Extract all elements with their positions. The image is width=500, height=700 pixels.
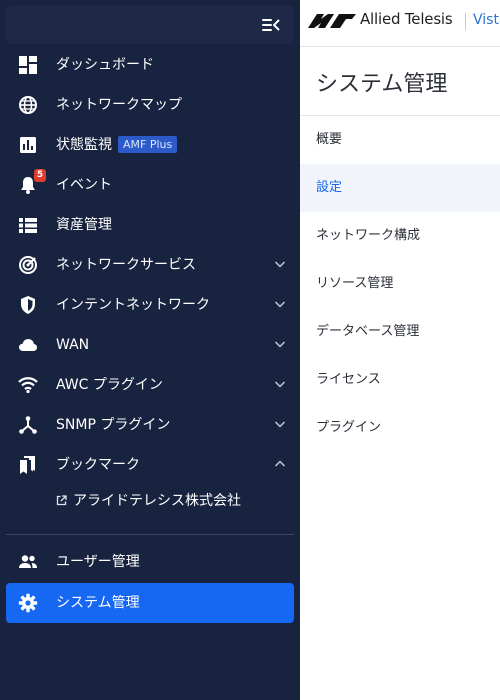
sidebar-item-awc-plugin[interactable]: AWC プラグイン: [0, 365, 300, 405]
amf-plus-badge: AMF Plus: [118, 135, 178, 153]
sidebar-item-system-management[interactable]: システム管理: [6, 583, 294, 623]
sidebar-item-label: システム管理: [56, 595, 140, 611]
sidebar-item-network-map[interactable]: ネットワークマップ: [0, 85, 300, 125]
sidebar-item-label: 状態監視 AMF Plus: [56, 125, 178, 165]
top-header: Allied Telesis Vista: [300, 0, 500, 47]
sidebar-item-events[interactable]: 5 イベント: [0, 165, 300, 205]
globe-icon: [19, 96, 37, 114]
sidebar-item-label: 資産管理: [56, 217, 112, 233]
chevron-down-icon[interactable]: [274, 298, 286, 310]
chevron-down-icon[interactable]: [274, 258, 286, 270]
sidebar-header: [6, 6, 294, 44]
network-hub-icon: [19, 416, 37, 434]
sidebar-item-label: ネットワークマップ: [56, 97, 182, 113]
sidebar-item-label: ダッシュボード: [56, 57, 154, 73]
menu-item-settings[interactable]: 設定: [300, 164, 500, 212]
cloud-icon: [19, 339, 37, 351]
sidebar-item-label: SNMP プラグイン: [56, 417, 171, 433]
sidebar-item-label: インテントネットワーク: [56, 297, 210, 313]
chevron-up-icon[interactable]: [274, 458, 286, 470]
chevron-down-icon[interactable]: [274, 378, 286, 390]
sidebar-divider: [6, 534, 294, 535]
sidebar-item-label: AWC プラグイン: [56, 377, 163, 393]
menu-item-license[interactable]: ライセンス: [300, 356, 500, 404]
sidebar-item-snmp-plugin[interactable]: SNMP プラグイン: [0, 405, 300, 445]
sidebar-item-dashboard[interactable]: ダッシュボード: [0, 45, 300, 85]
sidebar-item-label: WAN: [56, 337, 90, 353]
sidebar-item-monitoring[interactable]: 状態監視 AMF Plus: [0, 125, 300, 165]
bookmark-link[interactable]: アライドテレシス株式会社: [56, 488, 241, 514]
product-name: Vista: [473, 12, 500, 28]
chevron-down-icon[interactable]: [274, 338, 286, 350]
monitoring-label: 状態監視: [56, 137, 112, 153]
menu-item-resource-management[interactable]: リソース管理: [300, 260, 500, 308]
dashboard-icon: [19, 56, 37, 74]
sidebar-item-label: ブックマーク: [56, 457, 140, 473]
wifi-icon: [18, 377, 38, 394]
sidebar-item-wan[interactable]: WAN: [0, 325, 300, 365]
page-title: システム管理: [316, 72, 448, 97]
sidebar-item-label: ユーザー管理: [56, 554, 140, 570]
sidebar-item-label: ネットワークサービス: [56, 257, 196, 273]
sidebar-item-bookmarks[interactable]: ブックマーク: [0, 445, 300, 485]
bookmark-link-label: アライドテレシス株式会社: [73, 493, 241, 509]
allied-telesis-logo: [308, 14, 356, 28]
external-link-icon: [56, 494, 67, 505]
chevron-down-icon[interactable]: [274, 418, 286, 430]
sidebar: ダッシュボード ネットワークマップ 状態監視 AMF Plus 5 イベント 資産…: [0, 0, 300, 700]
menu-item-database-management[interactable]: データベース管理: [300, 308, 500, 356]
bar-chart-icon: [20, 137, 36, 153]
event-count-badge: 5: [34, 169, 46, 182]
sidebar-item-label: イベント: [56, 177, 112, 193]
menu-item-overview[interactable]: 概要: [300, 116, 500, 164]
sidebar-item-network-services[interactable]: ネットワークサービス: [0, 245, 300, 285]
users-icon: [19, 555, 37, 568]
list-icon: [19, 218, 37, 233]
gear-icon: [18, 593, 38, 613]
radar-icon: [19, 256, 37, 274]
sidebar-item-user-management[interactable]: ユーザー管理: [0, 542, 300, 582]
menu-item-plugins[interactable]: プラグイン: [300, 404, 500, 452]
menu-item-network-configuration[interactable]: ネットワーク構成: [300, 212, 500, 260]
sidebar-item-assets[interactable]: 資産管理: [0, 205, 300, 245]
collapse-sidebar-icon[interactable]: [262, 17, 280, 33]
shield-icon: [21, 296, 35, 314]
brand-name: Allied Telesis: [360, 10, 453, 28]
header-separator: [465, 13, 466, 30]
bookmarks-icon: [20, 456, 35, 474]
sidebar-item-intent-network[interactable]: インテントネットワーク: [0, 285, 300, 325]
